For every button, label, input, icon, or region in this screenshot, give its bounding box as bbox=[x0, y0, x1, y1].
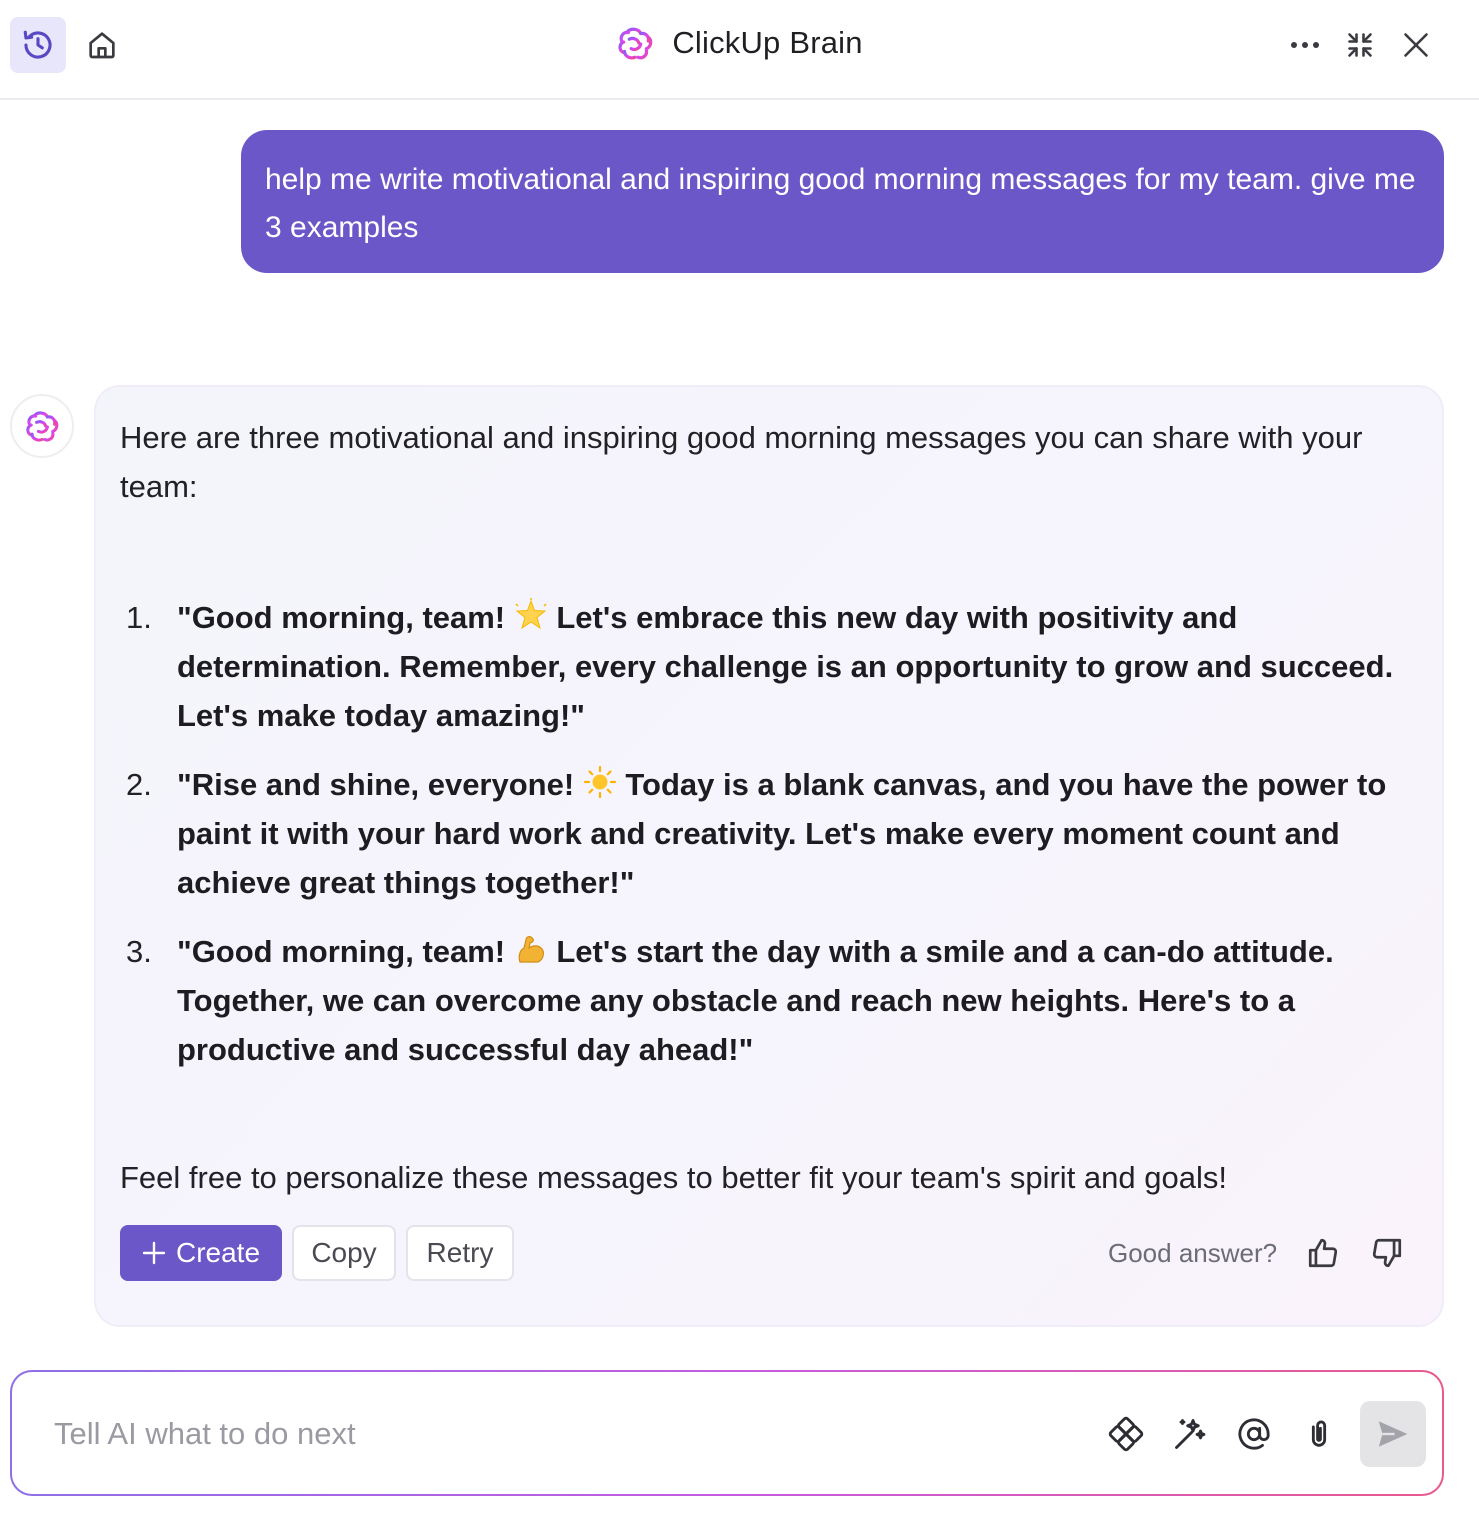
plus-icon bbox=[142, 1241, 166, 1265]
brain-logo-icon bbox=[618, 27, 653, 60]
mention-button[interactable] bbox=[1232, 1412, 1276, 1456]
response-actions: Create Copy Retry bbox=[120, 1225, 514, 1281]
thumbs-down-button[interactable] bbox=[1367, 1233, 1407, 1273]
thumbs-up-button[interactable] bbox=[1303, 1233, 1343, 1273]
send-button[interactable] bbox=[1360, 1401, 1426, 1467]
list-item: 3. "Good morning, team! Let's start the … bbox=[120, 927, 1410, 1074]
magic-wand-icon bbox=[1175, 1419, 1206, 1449]
list-number: 1. bbox=[126, 600, 152, 635]
message-list: 1. "Good morning, team! Let's embrace th… bbox=[120, 593, 1410, 1094]
attach-button[interactable] bbox=[1297, 1412, 1341, 1456]
list-text-start: "Rise and shine, everyone! bbox=[177, 767, 583, 802]
apps-icon bbox=[1108, 1416, 1144, 1452]
close-button[interactable] bbox=[1388, 17, 1444, 73]
ai-intro-text: Here are three motivational and inspirin… bbox=[120, 420, 1363, 504]
send-icon bbox=[1378, 1421, 1408, 1447]
window-title: ClickUp Brain bbox=[0, 24, 1479, 62]
thumbs-up-icon bbox=[1309, 1238, 1338, 1268]
apps-button[interactable] bbox=[1104, 1412, 1148, 1456]
mention-icon bbox=[1238, 1418, 1270, 1450]
more-options-button[interactable] bbox=[1277, 17, 1333, 73]
more-icon bbox=[1291, 42, 1319, 48]
copy-button-label: Copy bbox=[311, 1237, 377, 1268]
brain-avatar-icon bbox=[26, 411, 59, 442]
create-button-label: Create bbox=[175, 1237, 261, 1268]
sun-icon bbox=[583, 765, 616, 799]
feedback-group: Good answer? bbox=[1108, 1225, 1431, 1281]
close-icon bbox=[1404, 33, 1428, 57]
app-title: ClickUp Brain bbox=[672, 25, 863, 60]
glowing-star-icon bbox=[515, 598, 547, 630]
ai-avatar bbox=[10, 394, 74, 458]
collapse-icon bbox=[1348, 33, 1372, 57]
copy-button[interactable]: Copy bbox=[292, 1225, 396, 1281]
thumbs-down-icon bbox=[1373, 1238, 1402, 1268]
composer-inner bbox=[12, 1372, 1442, 1494]
list-number: 2. bbox=[126, 767, 152, 802]
user-message-text: help me write motivational and inspiring… bbox=[265, 163, 1416, 244]
retry-button[interactable]: Retry bbox=[406, 1225, 514, 1281]
prompt-input[interactable] bbox=[54, 1412, 1034, 1456]
composer bbox=[10, 1370, 1444, 1496]
list-text-start: "Good morning, team! bbox=[177, 600, 514, 635]
list-number: 3. bbox=[126, 934, 152, 969]
list-item: 1. "Good morning, team! Let's embrace th… bbox=[120, 593, 1410, 740]
user-message: help me write motivational and inspiring… bbox=[241, 130, 1444, 273]
flexed-biceps-icon bbox=[518, 936, 544, 963]
list-item: 2. "Rise and shine, everyone! Today is a… bbox=[120, 760, 1410, 907]
magic-button[interactable] bbox=[1168, 1412, 1212, 1456]
retry-button-label: Retry bbox=[426, 1237, 494, 1268]
ai-response-card: Here are three motivational and inspirin… bbox=[94, 385, 1444, 1327]
header-bar: ClickUp Brain bbox=[0, 0, 1479, 100]
ai-outro-text: Feel free to personalize these messages … bbox=[120, 1160, 1227, 1195]
feedback-question: Good answer? bbox=[1108, 1237, 1278, 1268]
create-button[interactable]: Create bbox=[120, 1225, 282, 1281]
list-text-start: "Good morning, team! bbox=[177, 934, 514, 969]
attach-icon bbox=[1311, 1420, 1327, 1447]
collapse-button[interactable] bbox=[1332, 17, 1388, 73]
